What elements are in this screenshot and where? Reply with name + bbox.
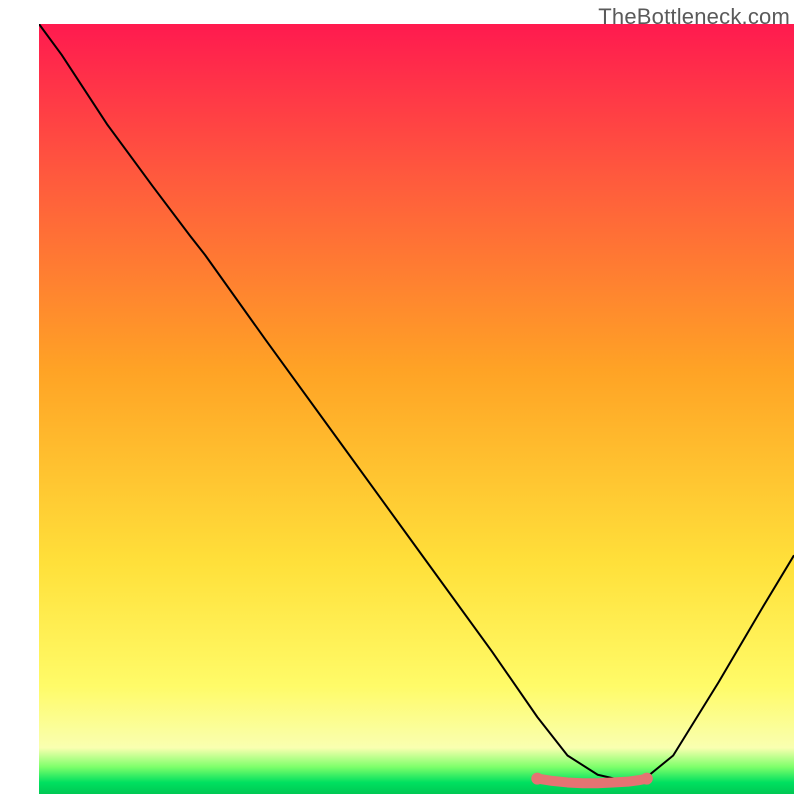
- watermark-text: TheBottleneck.com: [598, 4, 790, 30]
- series-highlight-band-dot: [639, 775, 647, 783]
- chart-svg: [39, 24, 794, 794]
- chart-background: [39, 24, 794, 794]
- series-highlight-band: [537, 779, 646, 784]
- chart-plot-area: [39, 24, 794, 794]
- series-highlight-band-endpoint: [531, 773, 543, 785]
